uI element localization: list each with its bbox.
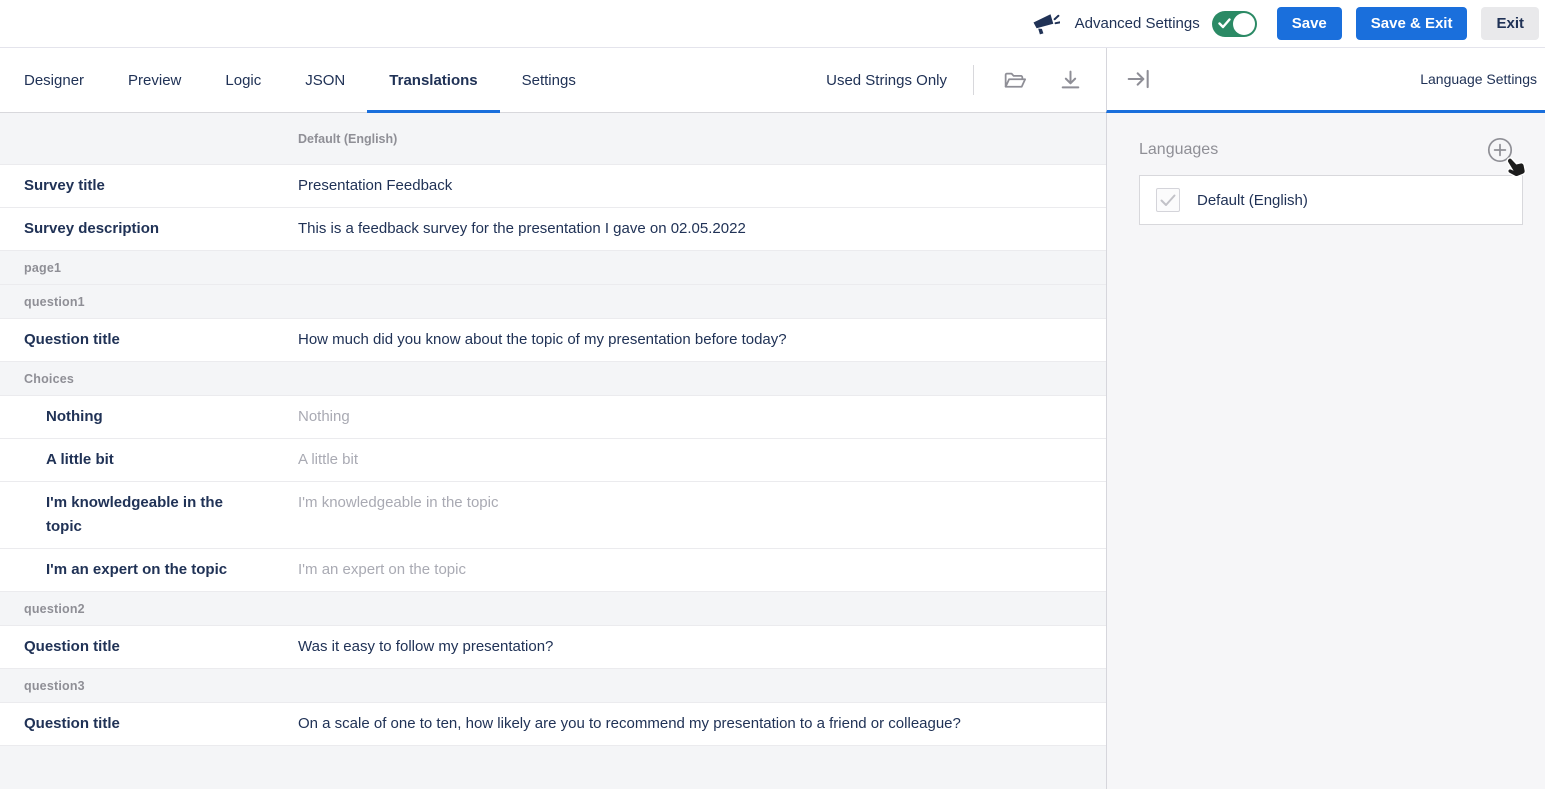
translation-input[interactable]: Presentation Feedback (298, 174, 1106, 198)
language-checkbox[interactable] (1156, 188, 1180, 212)
table-group-row: page1 (0, 251, 1106, 285)
main-tabs: Designer Preview Logic JSON Translations… (0, 48, 598, 112)
table-group-row: question1 (0, 285, 1106, 319)
tab-settings[interactable]: Settings (500, 48, 598, 112)
open-folder-icon (1002, 68, 1027, 93)
table-row: I'm an expert on the topic I'm an expert… (0, 549, 1106, 592)
tab-json[interactable]: JSON (283, 48, 367, 112)
advanced-settings-label: Advanced Settings (1075, 15, 1200, 32)
toggle-knob (1233, 13, 1255, 35)
panel-title: Language Settings (1420, 71, 1537, 87)
collapse-panel-button[interactable] (1125, 65, 1153, 93)
table-row: Question title Was it easy to follow my … (0, 626, 1106, 669)
string-name-label: Nothing (0, 405, 298, 429)
string-name-label: A little bit (0, 448, 298, 472)
import-translations-button[interactable] (1000, 66, 1028, 94)
translation-input[interactable]: A little bit (298, 448, 1106, 472)
checkmark-icon (1218, 18, 1231, 29)
translations-toolbar: Used Strings Only (826, 48, 1106, 112)
plus-circle-icon (1487, 137, 1513, 163)
table-row: I'm knowledgeable in the topic I'm knowl… (0, 482, 1106, 549)
used-strings-only-filter[interactable]: Used Strings Only (826, 72, 947, 89)
tab-designer[interactable]: Designer (0, 48, 106, 112)
tab-preview[interactable]: Preview (106, 48, 203, 112)
table-row: Nothing Nothing (0, 396, 1106, 439)
group-label: question1 (0, 295, 85, 309)
toolbar-divider (973, 65, 974, 95)
table-group-row: question2 (0, 592, 1106, 626)
arrow-to-bar-icon (1126, 66, 1152, 92)
language-settings-header: Language Settings (1106, 48, 1545, 113)
checkmark-icon (1160, 194, 1176, 207)
megaphone-icon[interactable] (1031, 11, 1061, 37)
table-row: A little bit A little bit (0, 439, 1106, 482)
save-and-exit-button[interactable]: Save & Exit (1356, 7, 1468, 40)
tab-bar: Designer Preview Logic JSON Translations… (0, 48, 1106, 113)
group-label: Choices (0, 372, 74, 386)
table-row: Survey description This is a feedback su… (0, 208, 1106, 251)
group-label: page1 (0, 261, 61, 275)
table-row: Question title On a scale of one to ten,… (0, 703, 1106, 746)
save-button[interactable]: Save (1277, 7, 1342, 40)
language-name: Default (English) (1197, 192, 1308, 209)
translation-input[interactable]: Nothing (298, 405, 1106, 429)
translation-input[interactable]: On a scale of one to ten, how likely are… (298, 712, 1106, 736)
language-settings-panel: Languages Default (English) (1106, 113, 1545, 789)
exit-button[interactable]: Exit (1481, 7, 1539, 40)
table-row: Question title How much did you know abo… (0, 319, 1106, 362)
translation-input[interactable]: This is a feedback survey for the presen… (298, 217, 1106, 241)
languages-section-header: Languages (1139, 137, 1523, 163)
group-label: question2 (0, 602, 85, 616)
string-name-label: Survey title (0, 174, 298, 198)
languages-label: Languages (1139, 141, 1218, 159)
group-label: question3 (0, 679, 85, 693)
table-header-row: Default (English) (0, 113, 1106, 165)
add-language-button[interactable] (1487, 137, 1513, 163)
tab-translations[interactable]: Translations (367, 48, 499, 112)
table-group-row: Choices (0, 362, 1106, 396)
survey-creator-app: Advanced Settings Save Save & Exit Exit … (0, 0, 1545, 789)
header-row: Designer Preview Logic JSON Translations… (0, 48, 1545, 113)
tab-logic[interactable]: Logic (203, 48, 283, 112)
export-translations-button[interactable] (1056, 66, 1084, 94)
string-name-label: Question title (0, 328, 298, 352)
translation-input[interactable]: Was it easy to follow my presentation? (298, 635, 1106, 659)
download-icon (1058, 68, 1083, 93)
string-name-label: Question title (0, 635, 298, 659)
string-name-label: I'm an expert on the topic (0, 558, 298, 582)
translation-input[interactable]: I'm an expert on the topic (298, 558, 1106, 582)
string-name-label: Survey description (0, 217, 298, 241)
table-group-row: question3 (0, 669, 1106, 703)
advanced-settings-toggle[interactable] (1212, 11, 1257, 37)
table-row: Survey title Presentation Feedback (0, 165, 1106, 208)
topbar: Advanced Settings Save Save & Exit Exit (0, 0, 1545, 48)
string-name-label: I'm knowledgeable in the topic (0, 491, 298, 539)
translation-input[interactable]: How much did you know about the topic of… (298, 328, 1106, 352)
translation-input[interactable]: I'm knowledgeable in the topic (298, 491, 1106, 515)
translation-table: Default (English) Survey title Presentat… (0, 113, 1106, 789)
string-name-label: Question title (0, 712, 298, 736)
language-list-item[interactable]: Default (English) (1139, 175, 1523, 225)
language-column-header: Default (English) (298, 132, 1106, 146)
content: Default (English) Survey title Presentat… (0, 113, 1545, 789)
